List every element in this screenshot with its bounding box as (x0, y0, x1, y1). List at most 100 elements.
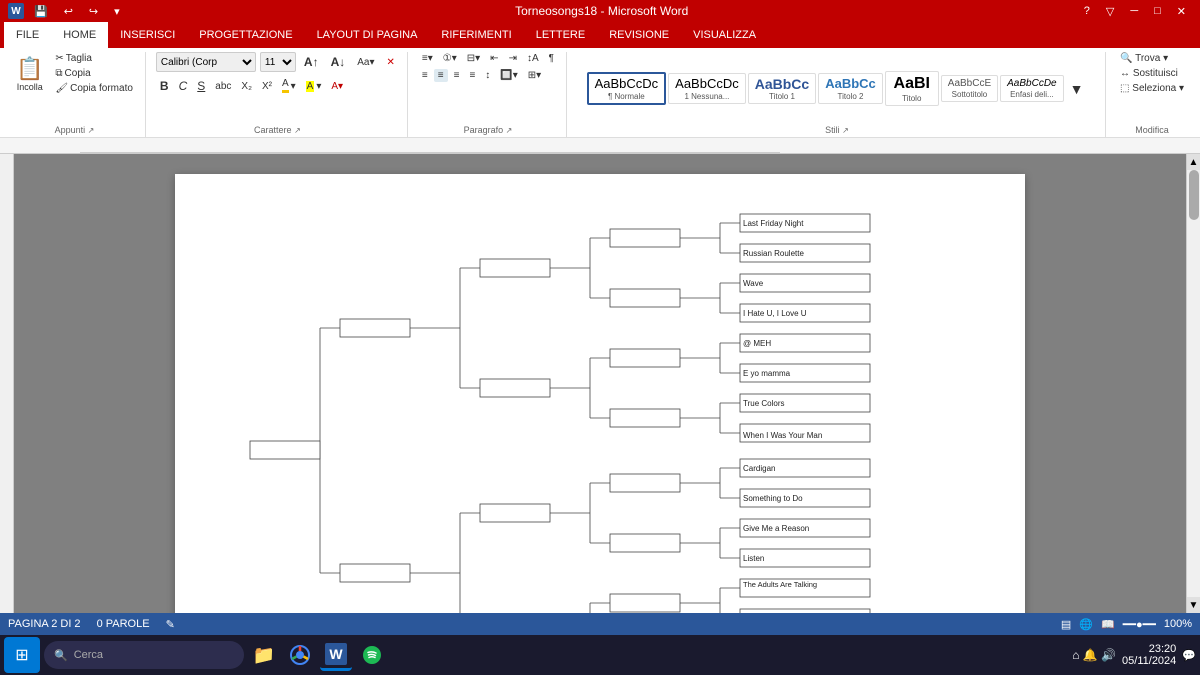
strikethrough-btn[interactable]: abc (211, 80, 235, 93)
text-color-btn[interactable]: A▾ (327, 80, 347, 93)
seleziona-btn[interactable]: ⬚ Seleziona ▾ (1116, 82, 1188, 95)
right-scrollbar[interactable]: ▲ ▼ (1186, 154, 1200, 613)
style-titolo-label: Titolo (892, 94, 932, 103)
change-case-btn[interactable]: Aa▾ (353, 56, 378, 69)
clear-format-btn[interactable]: ✕ (383, 56, 399, 69)
style-titolo[interactable]: AaBI Titolo (885, 71, 939, 105)
italic-btn[interactable]: C (175, 78, 192, 94)
style-sottotitolo[interactable]: AaBbCcE Sottotitolo (941, 75, 998, 102)
view-read-icon[interactable]: 📖 (1101, 618, 1115, 631)
font-format-row: B C S abc X₂ X² A▾ A▾ A▾ (156, 78, 347, 94)
shrink-font-btn[interactable]: A↓ (327, 54, 350, 70)
tab-lettere[interactable]: LETTERE (524, 22, 598, 48)
grow-font-btn[interactable]: A↑ (300, 54, 323, 70)
bullets-btn[interactable]: ≡▾ (418, 52, 437, 65)
font-name-select[interactable]: Calibri (Corp (156, 52, 256, 72)
bracket-container: Last Friday Night Russian Roulette Wave … (195, 204, 1005, 613)
underline-btn[interactable]: S (193, 78, 209, 94)
font-color-btn[interactable]: A▾ (278, 78, 300, 94)
tab-inserisci[interactable]: INSERISCI (108, 22, 187, 48)
help-btn[interactable]: ? (1078, 0, 1096, 22)
incolla-label: Incolla (17, 82, 43, 92)
page: Last Friday Night Russian Roulette Wave … (175, 174, 1025, 613)
tab-riferimenti[interactable]: RIFERIMENTI (429, 22, 523, 48)
save-btn[interactable]: 💾 (28, 0, 54, 22)
multilevel-btn[interactable]: ⊟▾ (463, 52, 484, 65)
view-normal-icon[interactable]: ▤ (1061, 618, 1071, 631)
svg-text:Wave: Wave (743, 279, 764, 288)
show-marks-btn[interactable]: ¶ (545, 52, 558, 65)
tab-file[interactable]: FILE (4, 22, 51, 48)
line-spacing-btn[interactable]: ↕ (481, 69, 494, 82)
view-web-icon[interactable]: 🌐 (1079, 618, 1093, 631)
minimize-btn[interactable]: ─ (1124, 0, 1144, 22)
align-left-btn[interactable]: ≡ (418, 69, 432, 82)
scroll-up-btn[interactable]: ▲ (1187, 154, 1200, 170)
increase-indent-btn[interactable]: ⇥ (505, 52, 521, 65)
undo-btn[interactable]: ↩ (58, 0, 79, 22)
sostituisci-btn[interactable]: ↔ Sostituisci (1116, 67, 1182, 80)
svg-text:Last Friday Night: Last Friday Night (743, 219, 804, 228)
copia-formato-btn[interactable]: 🖌 Copia formato (51, 82, 137, 95)
close-btn[interactable]: ✕ (1171, 0, 1192, 22)
style-nessuna-label: 1 Nessuna... (675, 92, 739, 101)
svg-text:E yo mamma: E yo mamma (743, 369, 791, 378)
align-center-btn[interactable]: ≡ (434, 69, 448, 82)
word-icon: W (8, 3, 24, 19)
tab-revisione[interactable]: REVISIONE (597, 22, 681, 48)
taglia-btn[interactable]: ✂ Taglia (51, 52, 137, 65)
redo-btn[interactable]: ↪ (83, 0, 104, 22)
svg-text:Give Me a Reason: Give Me a Reason (743, 524, 809, 533)
bold-btn[interactable]: B (156, 78, 173, 94)
taskbar-word[interactable]: W (320, 639, 352, 671)
carattere-content: Calibri (Corp 11 A↑ A↓ Aa▾ ✕ B C S abc X… (156, 52, 399, 125)
more-styles-btn[interactable]: ▼ (1066, 80, 1088, 98)
ruler: // Ruler ticks will be drawn inline (0, 138, 1200, 154)
para-row-1: ≡▾ ①▾ ⊟▾ ⇤ ⇥ ↕A ¶ (418, 52, 558, 65)
start-button[interactable]: ⊞ (4, 637, 40, 673)
status-bar-left: PAGINA 2 DI 2 0 PAROLE ✎ (8, 618, 175, 631)
superscript-btn[interactable]: X² (258, 80, 276, 93)
copia-btn[interactable]: ⧉ Copia (51, 67, 137, 80)
ribbon-toggle-btn[interactable]: ▽ (1100, 0, 1120, 22)
style-enfasi[interactable]: AaBbCcDe Enfasi deli... (1000, 75, 1063, 102)
align-right-btn[interactable]: ≡ (450, 69, 464, 82)
customize-btn[interactable]: ▾ (108, 0, 126, 22)
tab-home[interactable]: HOME (51, 22, 108, 48)
style-normale[interactable]: AaBbCcDc ¶ Normale (587, 72, 667, 105)
subscript-btn[interactable]: X₂ (237, 80, 256, 93)
scroll-down-btn[interactable]: ▼ (1187, 597, 1200, 613)
taskbar-file-explorer[interactable]: 📁 (248, 639, 280, 671)
borders-btn[interactable]: ⊞▾ (524, 69, 545, 82)
font-size-select[interactable]: 11 (260, 52, 296, 72)
justify-btn[interactable]: ≡ (465, 69, 479, 82)
tab-progettazione[interactable]: PROGETTAZIONE (187, 22, 304, 48)
tab-visualizza[interactable]: VISUALIZZA (681, 22, 768, 48)
highlight-btn[interactable]: A▾ (302, 80, 326, 93)
numbering-btn[interactable]: ①▾ (439, 52, 461, 65)
taskbar: ⊞ 🔍 Cerca 📁 W ⌂ 🔔 🔊 23:20 05/11/2024 💬 (0, 635, 1200, 675)
decrease-indent-btn[interactable]: ⇤ (486, 52, 502, 65)
tab-layout[interactable]: LAYOUT DI PAGINA (305, 22, 430, 48)
scroll-thumb[interactable] (1189, 170, 1199, 220)
sort-btn[interactable]: ↕A (523, 52, 543, 65)
trova-btn[interactable]: 🔍 Trova ▾ (1116, 52, 1172, 65)
copia-label: Copia (65, 68, 91, 79)
taglia-label: Taglia (66, 53, 92, 64)
incolla-btn[interactable]: 📋 Incolla (12, 52, 47, 96)
style-titolo1-label: Titolo 1 (755, 92, 809, 101)
svg-text:The Adults Are Talking: The Adults Are Talking (743, 580, 817, 589)
taskbar-search[interactable]: 🔍 Cerca (44, 641, 244, 669)
taskbar-chrome[interactable] (284, 639, 316, 671)
taskbar-spotify[interactable] (356, 639, 388, 671)
notification-btn[interactable]: 💬 (1182, 649, 1196, 662)
style-titolo2[interactable]: AaBbCc Titolo 2 (818, 73, 883, 104)
shading-btn[interactable]: 🔲▾ (496, 69, 521, 82)
modifica-group-label: Modifica (1116, 125, 1188, 137)
style-titolo1-preview: AaBbCc (755, 76, 809, 93)
zoom-slider[interactable]: ━━●━━ (1123, 618, 1156, 631)
doc-content[interactable]: Last Friday Night Russian Roulette Wave … (14, 154, 1186, 613)
style-titolo1[interactable]: AaBbCc Titolo 1 (748, 73, 816, 105)
maximize-btn[interactable]: □ (1148, 0, 1167, 22)
style-nessuna[interactable]: AaBbCcDc 1 Nessuna... (668, 73, 746, 104)
